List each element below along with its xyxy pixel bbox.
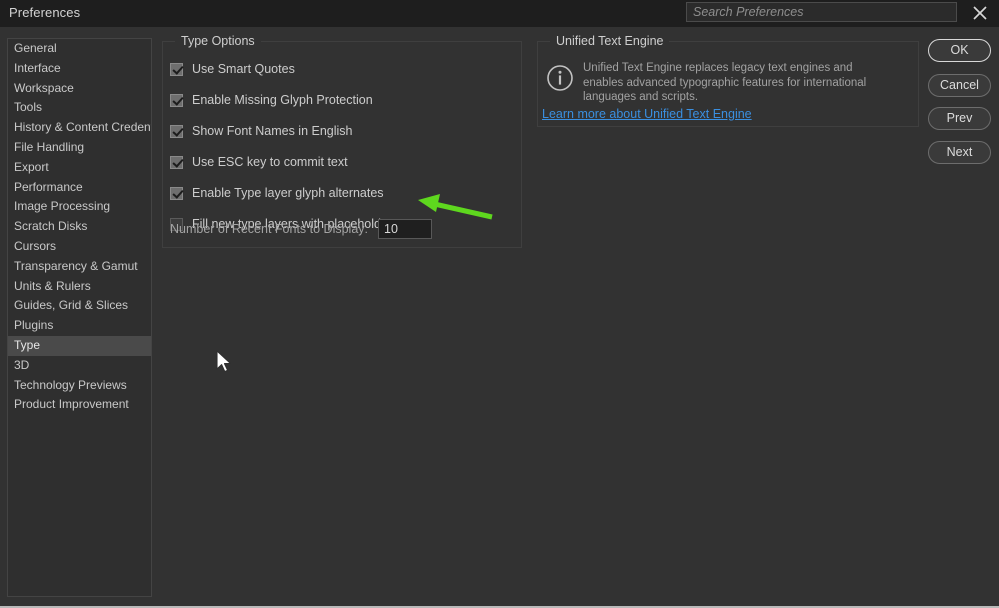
recent-fonts-input[interactable] xyxy=(378,219,432,239)
sidebar-item-plugins[interactable]: Plugins xyxy=(8,316,151,336)
cancel-button[interactable]: Cancel xyxy=(928,74,991,97)
checkbox-label-enable-type-layer-glyph-alternates: Enable Type layer glyph alternates xyxy=(192,186,384,200)
sidebar-item-3d[interactable]: 3D xyxy=(8,356,151,376)
preferences-dialog: Preferences GeneralInterfaceWorkspaceToo… xyxy=(0,0,999,608)
checkbox-label-use-smart-quotes: Use Smart Quotes xyxy=(192,62,295,76)
sidebar-item-general[interactable]: General xyxy=(8,39,151,59)
sidebar-item-scratch-disks[interactable]: Scratch Disks xyxy=(8,217,151,237)
checkbox-enable-missing-glyph-protection[interactable] xyxy=(170,93,183,107)
sidebar-item-product-improvement[interactable]: Product Improvement xyxy=(8,395,151,415)
recent-fonts-label: Number of Recent Fonts to Display: xyxy=(170,222,368,236)
sidebar-item-file-handling[interactable]: File Handling xyxy=(8,138,151,158)
close-icon[interactable] xyxy=(970,3,990,23)
checkbox-show-font-names-in-english[interactable] xyxy=(170,124,183,138)
type-options-group: Type Options Use Smart Quotes Enable Miss… xyxy=(162,34,522,248)
sidebar-item-transparency-gamut[interactable]: Transparency & Gamut xyxy=(8,257,151,277)
checkbox-label-use-esc-key-to-commit-text: Use ESC key to commit text xyxy=(192,155,348,169)
checkbox-enable-type-layer-glyph-alternates[interactable] xyxy=(170,186,183,200)
sidebar-item-history-content-credentials[interactable]: History & Content Credentials xyxy=(8,118,151,138)
prev-button[interactable]: Prev xyxy=(928,107,991,130)
sidebar-item-guides-grid-slices[interactable]: Guides, Grid & Slices xyxy=(8,296,151,316)
type-options-group-title: Type Options xyxy=(175,34,261,48)
checkbox-row-use-smart-quotes[interactable]: Use Smart Quotes xyxy=(170,60,295,78)
unified-text-engine-group: Unified Text Engine Unified Text Engine … xyxy=(537,34,919,127)
sidebar-item-workspace[interactable]: Workspace xyxy=(8,79,151,99)
sidebar-item-interface[interactable]: Interface xyxy=(8,59,151,79)
learn-more-link[interactable]: Learn more about Unified Text Engine xyxy=(542,107,752,121)
recent-fonts-row: Number of Recent Fonts to Display: xyxy=(170,219,432,239)
sidebar-item-tools[interactable]: Tools xyxy=(8,98,151,118)
search-input[interactable] xyxy=(687,3,956,21)
sidebar-item-export[interactable]: Export xyxy=(8,158,151,178)
page-title: Preferences xyxy=(9,5,81,20)
checkbox-use-esc-key-to-commit-text[interactable] xyxy=(170,155,183,169)
next-button[interactable]: Next xyxy=(928,141,991,164)
checkbox-row-enable-missing-glyph-protection[interactable]: Enable Missing Glyph Protection xyxy=(170,91,373,109)
info-circle-icon xyxy=(546,64,574,92)
sidebar-item-cursors[interactable]: Cursors xyxy=(8,237,151,257)
checkbox-row-show-font-names-in-english[interactable]: Show Font Names in English xyxy=(170,122,353,140)
sidebar-item-image-processing[interactable]: Image Processing xyxy=(8,197,151,217)
checkbox-label-enable-missing-glyph-protection: Enable Missing Glyph Protection xyxy=(192,93,373,107)
sidebar-item-units-rulers[interactable]: Units & Rulers xyxy=(8,277,151,297)
titlebar: Preferences xyxy=(0,0,999,27)
checkbox-use-smart-quotes[interactable] xyxy=(170,62,183,76)
search-preferences-box[interactable] xyxy=(686,2,957,22)
mouse-cursor xyxy=(216,350,234,376)
unified-text-engine-description: Unified Text Engine replaces legacy text… xyxy=(583,62,867,103)
checkbox-label-show-font-names-in-english: Show Font Names in English xyxy=(192,124,353,138)
checkbox-row-enable-type-layer-glyph-alternates[interactable]: Enable Type layer glyph alternates xyxy=(170,184,384,202)
ok-button[interactable]: OK xyxy=(928,39,991,62)
sidebar-item-type[interactable]: Type xyxy=(8,335,151,356)
sidebar-item-technology-previews[interactable]: Technology Previews xyxy=(8,376,151,396)
checkbox-row-use-esc-key-to-commit-text[interactable]: Use ESC key to commit text xyxy=(170,153,348,171)
preferences-category-list[interactable]: General Interface Workspace Tools History & … xyxy=(7,38,152,597)
unified-text-engine-group-title: Unified Text Engine xyxy=(550,34,670,48)
sidebar-item-performance[interactable]: Performance xyxy=(8,178,151,198)
